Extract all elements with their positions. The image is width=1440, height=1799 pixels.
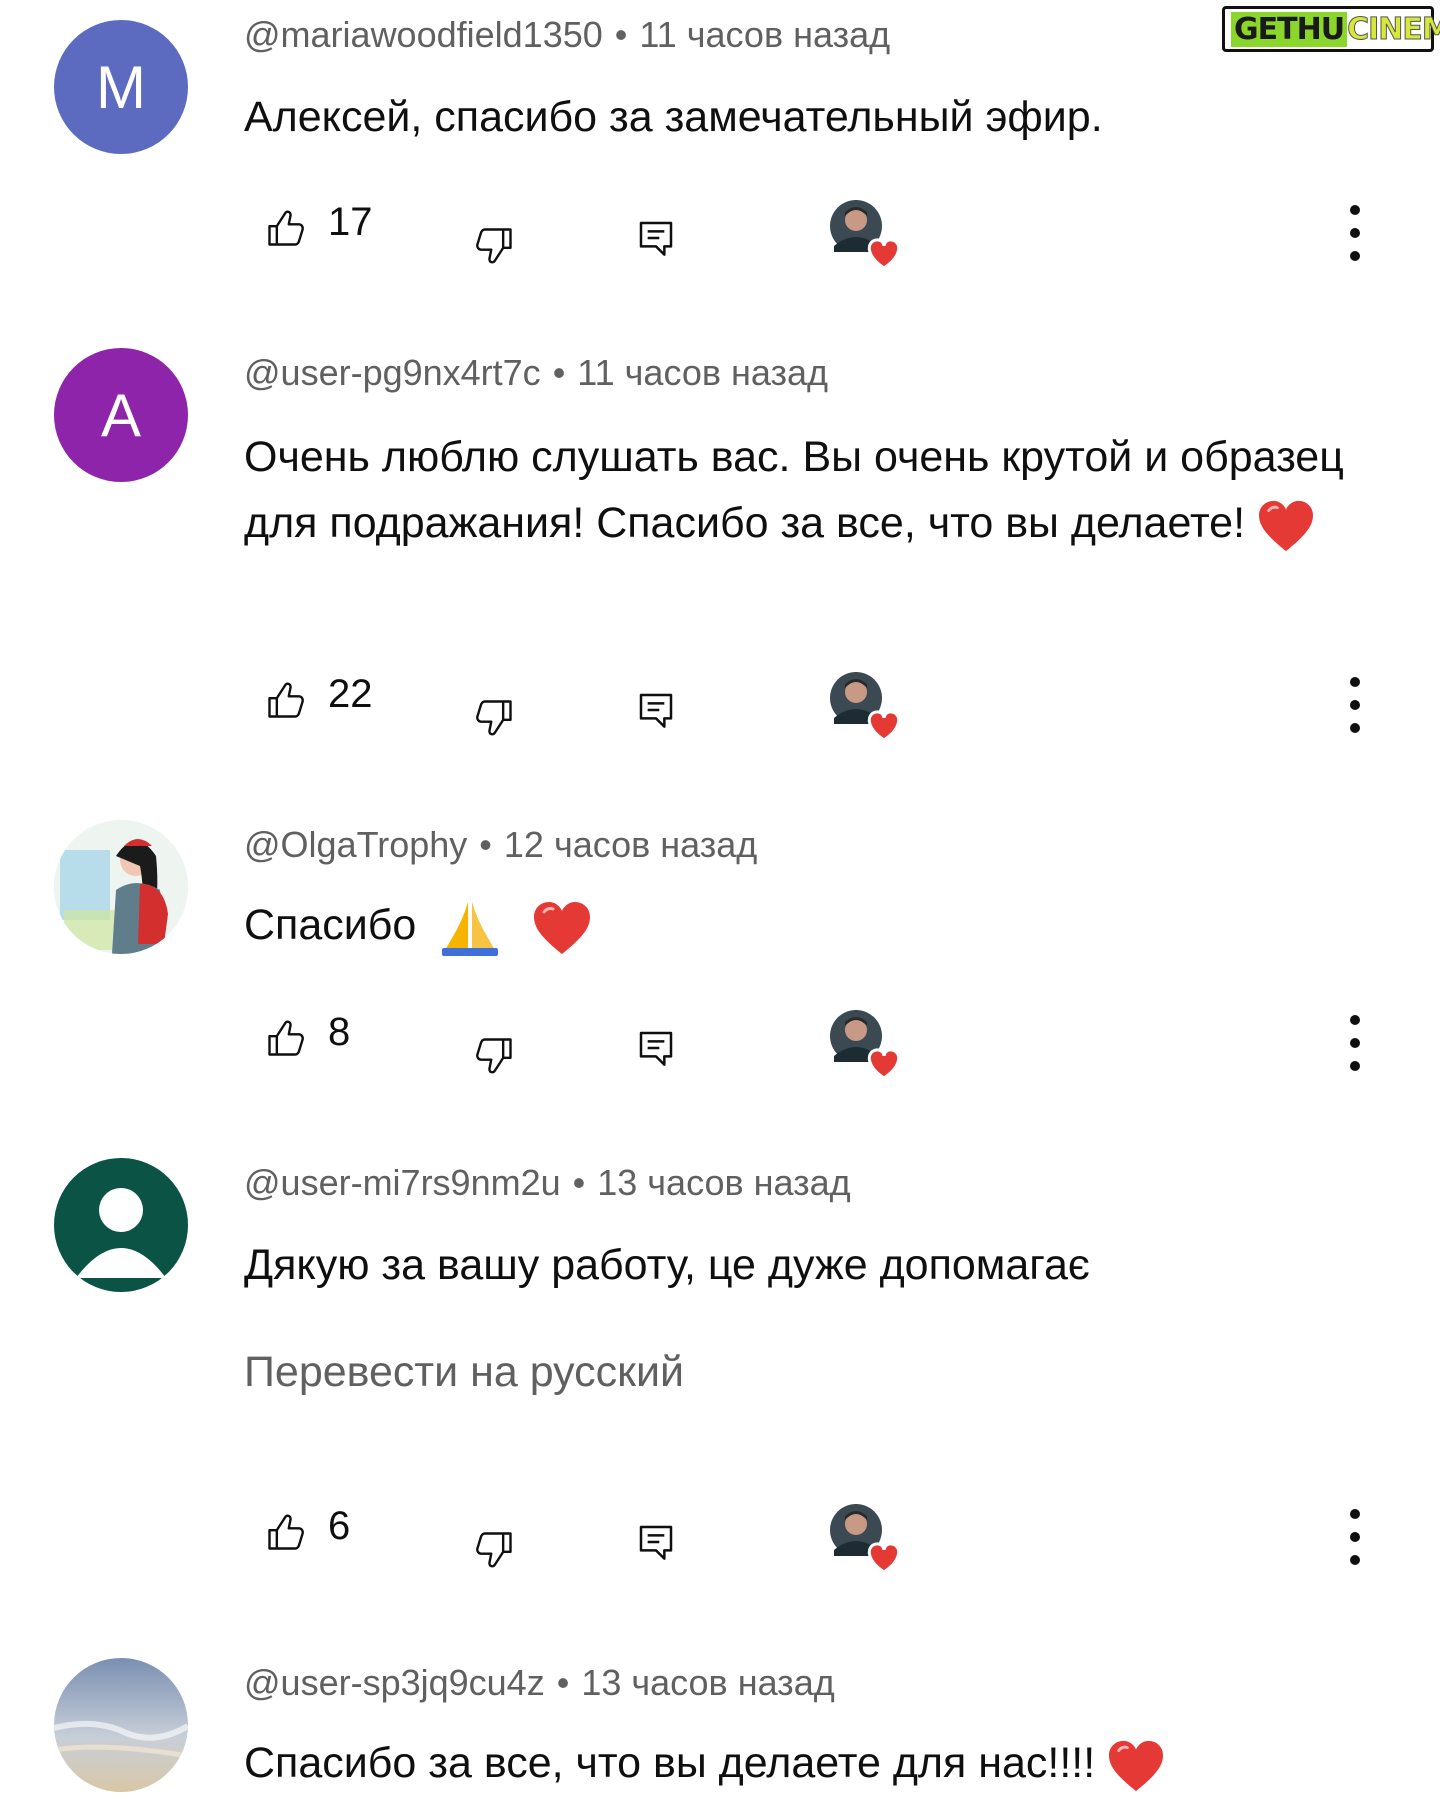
- thumb-up-icon[interactable]: [264, 678, 308, 722]
- folded-hands-emoji-icon: [442, 901, 499, 956]
- avatar[interactable]: [54, 1658, 188, 1792]
- red-heart-emoji-icon: [532, 900, 592, 956]
- watermark-part2: CINEMA: [1347, 11, 1440, 47]
- reply-icon[interactable]: [636, 1522, 676, 1562]
- more-options-icon[interactable]: [1340, 198, 1370, 268]
- thumb-down-icon[interactable]: [472, 1034, 516, 1078]
- avatar[interactable]: M: [54, 20, 188, 154]
- comment-author[interactable]: @user-sp3jq9cu4z: [244, 1662, 545, 1703]
- comment-text: Спасибо: [244, 892, 1394, 958]
- like-count: 6: [328, 1504, 351, 1548]
- comment-text-content: Спасибо: [244, 901, 417, 949]
- creator-heart-icon: [828, 1502, 902, 1576]
- avatar[interactable]: [54, 1158, 188, 1292]
- comment-text-content: Алексей, спасибо за замечательный эфир.: [244, 93, 1103, 141]
- comment-text: Спасибо за все, что вы делаете для нас!!…: [244, 1730, 1394, 1796]
- thumb-up-icon[interactable]: [264, 1510, 308, 1554]
- avatar-letter: M: [96, 53, 146, 121]
- comment-meta: @mariawoodfield1350 • 11 часов назад: [244, 14, 891, 55]
- thumb-down-icon[interactable]: [472, 224, 516, 268]
- comment-meta: @user-mi7rs9nm2u • 13 часов назад: [244, 1162, 851, 1203]
- red-heart-emoji-icon: [1107, 1739, 1165, 1793]
- avatar-illustration-icon: [54, 820, 188, 954]
- comment-text: Очень люблю слушать вас. Вы очень крутой…: [244, 424, 1394, 556]
- comment-text: Дякую за вашу работу, це дуже допомагає: [244, 1232, 1394, 1298]
- like-count: 8: [328, 1010, 351, 1054]
- more-options-icon[interactable]: [1340, 1008, 1370, 1078]
- more-options-icon[interactable]: [1340, 670, 1370, 740]
- default-user-icon: [76, 1188, 166, 1278]
- creator-heart-icon: [828, 1008, 902, 1082]
- comment-actions: 17: [0, 198, 1440, 278]
- creator-heart-icon: [828, 198, 902, 272]
- watermark-part1: GETHU: [1231, 11, 1348, 47]
- avatar-letter: A: [100, 381, 142, 449]
- comment-text: Алексей, спасибо за замечательный эфир.: [244, 84, 1394, 150]
- translate-link[interactable]: Перевести на русский: [244, 1348, 684, 1397]
- comment-text-content: Очень люблю слушать вас. Вы очень крутой…: [244, 433, 1344, 547]
- comment-time: 11 часов назад: [577, 352, 829, 393]
- avatar[interactable]: A: [54, 348, 188, 482]
- comment-time: 13 часов назад: [581, 1662, 835, 1703]
- comment-time: 12 часов назад: [503, 824, 758, 865]
- thumb-down-icon[interactable]: [472, 696, 516, 740]
- like-count: 17: [328, 200, 373, 244]
- comment-time: 11 часов назад: [639, 14, 891, 55]
- avatar[interactable]: [54, 820, 188, 954]
- comment-actions: 6: [0, 1502, 1440, 1582]
- thumb-down-icon[interactable]: [472, 1528, 516, 1572]
- comment-meta: @user-sp3jq9cu4z • 13 часов назад: [244, 1662, 835, 1703]
- watermark-logo: GETHUCINEMA: [1222, 6, 1440, 52]
- reply-icon[interactable]: [636, 690, 676, 730]
- comment-author[interactable]: @OlgaTrophy: [244, 824, 467, 865]
- comment-meta: @user-pg9nx4rt7c • 11 часов назад: [244, 352, 829, 393]
- reply-icon[interactable]: [636, 218, 676, 258]
- comment-actions: 8: [0, 1008, 1440, 1088]
- reply-icon[interactable]: [636, 1028, 676, 1068]
- sky-landscape-avatar-icon: [54, 1658, 188, 1792]
- comment-author[interactable]: @mariawoodfield1350: [244, 14, 603, 55]
- comment-time: 13 часов назад: [597, 1162, 851, 1203]
- comment-author[interactable]: @user-mi7rs9nm2u: [244, 1162, 561, 1203]
- creator-heart-icon: [828, 670, 902, 744]
- like-count: 22: [328, 672, 373, 716]
- comment-author[interactable]: @user-pg9nx4rt7c: [244, 352, 541, 393]
- comment-text-content: Спасибо за все, что вы делаете для нас!!…: [244, 1739, 1096, 1787]
- comment-text-content: Дякую за вашу работу, це дуже допомагає: [244, 1241, 1090, 1289]
- thumb-up-icon[interactable]: [264, 1016, 308, 1060]
- red-heart-emoji-icon: [1257, 499, 1315, 553]
- more-options-icon[interactable]: [1340, 1502, 1370, 1572]
- thumb-up-icon[interactable]: [264, 206, 308, 250]
- comment-meta: @OlgaTrophy • 12 часов назад: [244, 824, 758, 865]
- comment-actions: 22: [0, 670, 1440, 750]
